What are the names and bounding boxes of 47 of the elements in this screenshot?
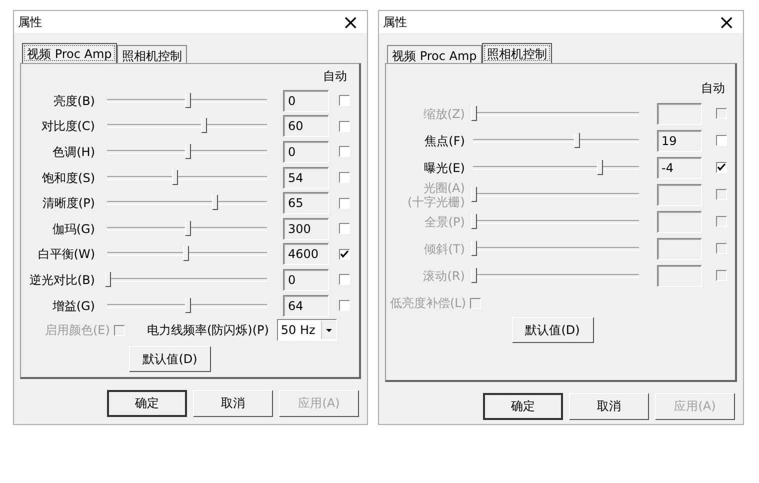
slider-label: 对比度(C) (40, 119, 95, 134)
slider-label: 曝光(E) (422, 160, 465, 174)
column-header: 自动 (701, 80, 725, 97)
slider-label: 焦点(F) (424, 134, 465, 148)
tab[interactable]: 照相机控制 (116, 45, 187, 63)
window-title: 属性 (18, 14, 42, 30)
slider-label: 缩放(Z) (422, 106, 465, 120)
column-header: 自动 (323, 68, 347, 85)
value-field[interactable]: -4 (656, 156, 702, 178)
slider-label: 饱和度(S) (41, 170, 95, 185)
value-field[interactable]: 300 (283, 218, 329, 240)
dialog-button[interactable]: 取消 (569, 393, 649, 420)
dialog-button[interactable]: 确定 (483, 393, 563, 420)
value-field[interactable]: 4600 (283, 243, 329, 266)
value-field[interactable]: 0 (283, 140, 329, 163)
window-title: 属性 (383, 14, 407, 30)
select-label: 电力线频率(防闪烁)(P) (146, 322, 269, 339)
value-field[interactable]: 0 (283, 90, 329, 112)
value-field[interactable]: 0 (283, 268, 329, 291)
slider-label: 全景(P) (423, 214, 465, 228)
slider-label: 光圈(A) (十字光栅) (406, 180, 465, 208)
frequency-dropdown[interactable]: 50 Hz (276, 319, 337, 342)
tab[interactable]: 照相机控制 (482, 43, 552, 63)
value-field[interactable]: 60 (283, 115, 329, 138)
option-label: 启用颜色(E) (45, 322, 110, 339)
close-button[interactable]: × (342, 12, 359, 32)
slider-label: 倾斜(T) (423, 242, 465, 256)
value-field[interactable]: 19 (656, 130, 702, 152)
default-button[interactable]: 默认值(D) (129, 346, 211, 372)
value-field[interactable]: 64 (283, 294, 329, 317)
slider-label: 逆光对比(B) (28, 272, 95, 287)
close-button[interactable]: × (718, 12, 735, 32)
dialog-button[interactable]: 取消 (193, 390, 273, 417)
dialog-button[interactable]: 确定 (107, 390, 187, 417)
slider-label: 滚动(R) (422, 268, 465, 282)
slider-label: 亮度(B) (52, 94, 95, 108)
default-button[interactable]: 默认值(D) (512, 317, 594, 343)
slider-label: 白平衡(W) (36, 247, 95, 262)
tab[interactable]: 视频 Proc Amp (22, 43, 117, 63)
value-field[interactable]: 54 (283, 166, 329, 189)
tab[interactable]: 视频 Proc Amp (387, 45, 482, 63)
option-label: 低亮度补偿(L) (390, 294, 466, 312)
slider-label: 色调(H) (52, 144, 95, 159)
slider-label: 清晰度(P) (41, 196, 95, 210)
slider-label: 增益(G) (51, 298, 95, 313)
slider-label: 伽玛(G) (51, 222, 95, 236)
value-field[interactable]: 65 (283, 192, 329, 214)
